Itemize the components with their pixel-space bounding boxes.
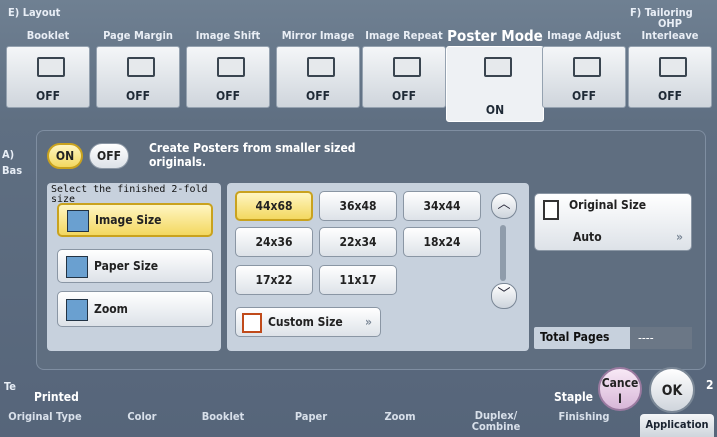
option-zoom[interactable]: Zoom: [57, 291, 213, 327]
staple-value: Staple: [554, 390, 593, 404]
option-label: Paper Size: [94, 259, 159, 273]
function-label: Image Repeat: [365, 29, 443, 42]
function-label: Mirror Image: [281, 29, 355, 42]
tab-booklet[interactable]: Booklet: [188, 410, 258, 423]
page-margin-icon: [127, 57, 155, 77]
function-label: Poster Mode: [447, 27, 543, 45]
function-image-adjust[interactable]: Image Adjust OFF: [542, 12, 626, 108]
size-36x48[interactable]: 36x48: [319, 191, 397, 221]
function-state: OFF: [306, 89, 330, 103]
poster-mode-icon: [484, 57, 512, 77]
original-size-button[interactable]: Original Size Auto »: [534, 193, 692, 251]
printed-value: Printed: [34, 390, 79, 404]
scroll-up-icon[interactable]: ︿: [491, 193, 517, 219]
total-pages-label: Total Pages: [540, 330, 610, 344]
tab-paper[interactable]: Paper: [276, 410, 346, 423]
function-label: OHP Interleave: [641, 17, 699, 42]
function-tile[interactable]: ON: [446, 46, 544, 122]
size-34x44[interactable]: 34x44: [403, 191, 481, 221]
option-paper-size[interactable]: Paper Size: [57, 249, 213, 283]
option-label: Zoom: [94, 302, 128, 316]
side-label-b: Bas: [2, 164, 23, 177]
tab-duplex-combine[interactable]: Duplex/ Combine: [456, 410, 536, 432]
tab-zoom[interactable]: Zoom: [360, 410, 440, 423]
on-button[interactable]: ON: [47, 143, 83, 169]
size-grid-panel: 44x68 36x48 34x44 24x36 22x34 18x24 17x2…: [227, 183, 529, 351]
image-shift-icon: [217, 57, 245, 77]
size-17x22[interactable]: 17x22: [235, 265, 313, 295]
function-row: Booklet OFF Page Margin OFF Image Shift …: [6, 12, 714, 130]
size-24x36[interactable]: 24x36: [235, 227, 313, 257]
function-state: OFF: [392, 89, 416, 103]
side-number: 2: [706, 378, 714, 392]
function-label: Image Adjust: [547, 29, 621, 42]
custom-size-icon: [242, 312, 262, 333]
zoom-icon: [66, 298, 88, 321]
function-image-shift[interactable]: Image Shift OFF: [186, 12, 270, 108]
function-booklet[interactable]: Booklet OFF: [6, 12, 90, 108]
function-label: Page Margin: [103, 29, 173, 42]
ohp-interleave-icon: [659, 57, 687, 77]
option-label: Image Size: [95, 213, 162, 227]
function-state: OFF: [658, 89, 682, 103]
function-image-repeat[interactable]: Image Repeat OFF: [362, 12, 446, 108]
image-size-icon: [67, 209, 89, 232]
document-icon: [543, 200, 559, 220]
function-tile[interactable]: OFF: [6, 46, 90, 108]
size-11x17[interactable]: 11x17: [319, 265, 397, 295]
function-tile[interactable]: OFF: [542, 46, 626, 108]
tab-original-type[interactable]: Original Type: [6, 410, 84, 423]
bottom-tabs: Original Type Color Booklet Paper Zoom D…: [0, 406, 717, 437]
function-page-margin[interactable]: Page Margin OFF: [96, 12, 180, 108]
original-size-value: Auto: [573, 230, 602, 244]
size-44x68[interactable]: 44x68: [235, 191, 313, 221]
side-label-a: A): [2, 148, 15, 161]
custom-size-label: Custom Size: [268, 315, 343, 329]
original-size-label: Original Size: [569, 198, 647, 212]
function-state: OFF: [216, 89, 240, 103]
function-tile[interactable]: OFF: [628, 46, 712, 108]
function-state: OFF: [126, 89, 150, 103]
tab-application[interactable]: Application: [640, 414, 714, 437]
size-18x24[interactable]: 18x24: [403, 227, 481, 257]
total-pages-value: ----: [630, 327, 692, 349]
chevron-right-icon: »: [365, 315, 372, 329]
function-tile[interactable]: OFF: [186, 46, 270, 108]
function-poster-mode[interactable]: Poster Mode ON: [446, 12, 544, 122]
scrollbar[interactable]: [500, 225, 506, 281]
booklet-icon: [37, 57, 65, 77]
poster-mode-dialog: ON OFF Create Posters from smaller sized…: [36, 130, 706, 370]
tab-color[interactable]: Color: [100, 410, 184, 423]
mirror-image-icon: [307, 57, 335, 77]
paper-size-icon: [66, 255, 88, 278]
select-label: Select the finished 2-fold size: [51, 184, 208, 205]
function-state: ON: [485, 103, 505, 117]
cancel-button[interactable]: Cancel: [598, 367, 642, 411]
tab-finishing[interactable]: Finishing: [546, 410, 622, 423]
total-pages-row: Total Pages ----: [534, 327, 692, 349]
function-label: Image Shift: [195, 29, 261, 42]
chevron-right-icon: »: [676, 230, 683, 244]
function-label: Booklet: [26, 29, 70, 42]
function-state: OFF: [572, 89, 596, 103]
function-tile[interactable]: OFF: [96, 46, 180, 108]
option-image-size[interactable]: Image Size: [57, 203, 213, 237]
side-label-t: Te: [4, 380, 17, 393]
function-ohp-interleave[interactable]: OHP Interleave OFF: [628, 12, 712, 108]
finished-size-panel: Select the finished 2-fold size Image Si…: [47, 183, 221, 351]
size-22x34[interactable]: 22x34: [319, 227, 397, 257]
image-adjust-icon: [573, 57, 601, 77]
function-tile[interactable]: OFF: [362, 46, 446, 108]
function-state: OFF: [36, 89, 60, 103]
dialog-description: Create Posters from smaller sized origin…: [149, 141, 356, 169]
function-tile[interactable]: OFF: [276, 46, 360, 108]
scroll-down-icon[interactable]: ﹀: [491, 283, 517, 309]
image-repeat-icon: [393, 57, 421, 77]
custom-size-button[interactable]: Custom Size »: [235, 307, 381, 337]
function-mirror-image[interactable]: Mirror Image OFF: [276, 12, 360, 108]
off-button[interactable]: OFF: [89, 143, 129, 169]
